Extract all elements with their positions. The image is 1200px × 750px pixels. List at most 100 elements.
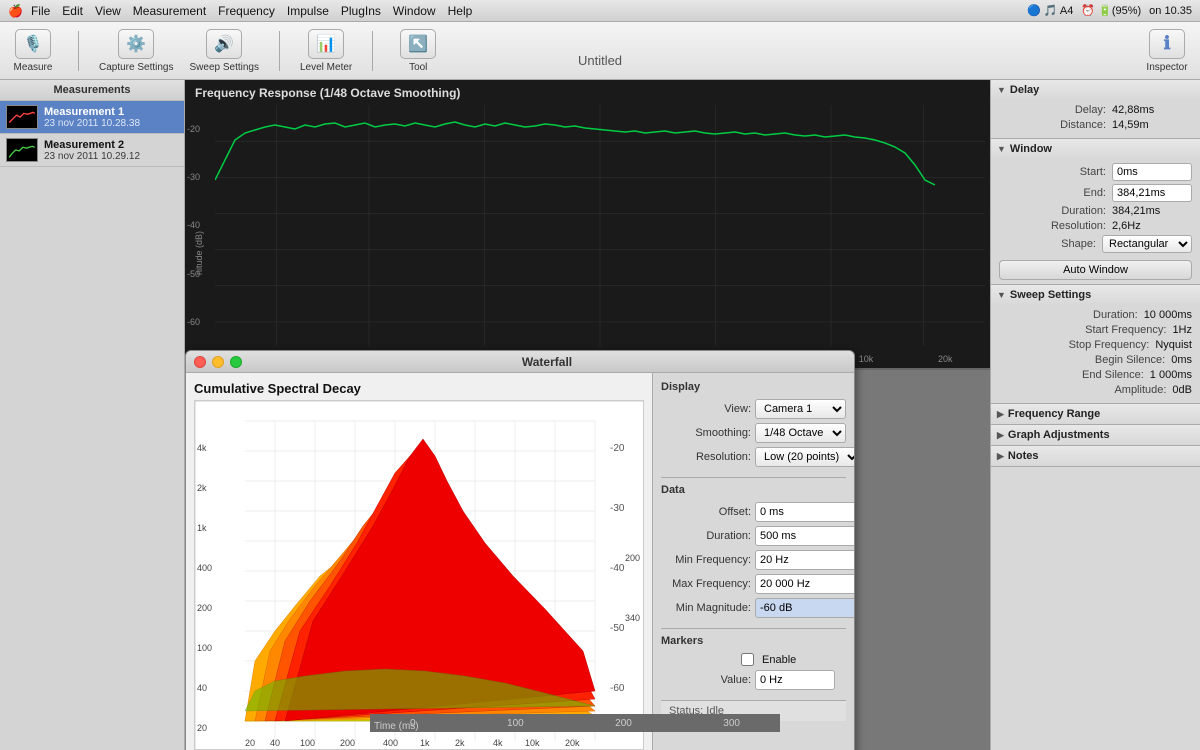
min-freq-label: Min Frequency:: [661, 554, 751, 566]
start-freq-row: Start Frequency: 1Hz: [999, 324, 1192, 336]
offset-row: Offset: ▲ ▼: [661, 502, 846, 522]
min-freq-input-group: ▲ ▼: [755, 550, 854, 570]
apple-menu[interactable]: 🍎: [8, 4, 23, 18]
menu-view[interactable]: View: [95, 4, 121, 18]
resolution-select[interactable]: Low (20 points): [755, 447, 854, 467]
view-select[interactable]: Camera 1: [755, 399, 846, 419]
menu-bar: 🍎 File Edit View Measurement Frequency I…: [0, 0, 1200, 22]
waterfall-svg: -20 -30 -40 -50 -60: [195, 401, 644, 750]
svg-text:-40: -40: [610, 563, 625, 574]
close-button[interactable]: [194, 356, 206, 368]
display-section-title: Display: [661, 381, 846, 393]
window-resolution-value: 2,6Hz: [1112, 220, 1192, 232]
minimize-button[interactable]: [212, 356, 224, 368]
distance-row: Distance: 14,59m: [999, 119, 1192, 131]
shape-select[interactable]: Rectangular: [1102, 235, 1192, 253]
menu-window[interactable]: Window: [393, 4, 436, 18]
menu-frequency[interactable]: Frequency: [218, 4, 275, 18]
min-mag-input-group: ▲ ▼: [755, 598, 854, 618]
offset-input[interactable]: [755, 502, 854, 522]
measurement-item-2[interactable]: Measurement 2 23 nov 2011 10.29.12: [0, 134, 184, 167]
waterfall-title: Waterfall: [248, 355, 846, 369]
data-section-title: Data: [661, 484, 846, 496]
begin-silence-value: 0ms: [1171, 354, 1192, 366]
tool-button[interactable]: ↖️ Tool: [393, 29, 443, 73]
measurement-item-1[interactable]: Measurement 1 23 nov 2011 10.28.38: [0, 101, 184, 134]
duration-label: Duration:: [661, 530, 751, 542]
toolbar-separator-2: [279, 31, 280, 71]
notes-header[interactable]: ▶ Notes: [991, 446, 1200, 467]
graph-adj-triangle-icon: ▶: [997, 430, 1004, 441]
sweep-settings-button[interactable]: 🔊 Sweep Settings: [190, 29, 260, 73]
start-freq-label: Start Frequency:: [999, 324, 1172, 336]
markers-enable-checkbox[interactable]: [741, 653, 754, 666]
end-row: End:: [999, 184, 1192, 202]
svg-text:40: 40: [270, 738, 280, 748]
offset-input-group: ▲ ▼: [755, 502, 854, 522]
shape-row: Shape: Rectangular: [999, 235, 1192, 253]
delay-section-header[interactable]: ▼ Delay: [991, 80, 1200, 100]
svg-text:340: 340: [625, 613, 640, 623]
window-section-content: Start: End: Duration: 384,21ms Resolutio…: [991, 159, 1200, 284]
menu-edit[interactable]: Edit: [62, 4, 83, 18]
end-input[interactable]: [1112, 184, 1192, 202]
start-input[interactable]: [1112, 163, 1192, 181]
measurement-thumb-2: [6, 138, 38, 162]
menu-help[interactable]: Help: [448, 4, 473, 18]
menu-impulse[interactable]: Impulse: [287, 4, 329, 18]
menu-file[interactable]: File: [31, 4, 50, 18]
sweep-settings-header[interactable]: ▼ Sweep Settings: [991, 285, 1200, 305]
window-section-header[interactable]: ▼ Window: [991, 139, 1200, 159]
main-container: Measurements Measurement 1 23 nov 2011 1…: [0, 80, 1200, 750]
svg-text:-60: -60: [610, 683, 625, 694]
toolbar-separator-3: [372, 31, 373, 71]
menu-measurement[interactable]: Measurement: [133, 4, 206, 18]
freq-range-header[interactable]: ▶ Frequency Range: [991, 404, 1200, 425]
end-silence-label: End Silence:: [999, 369, 1150, 381]
min-freq-input[interactable]: [755, 550, 854, 570]
amplitude-value: 0dB: [1172, 384, 1192, 396]
measure-button[interactable]: 🎙️ Measure: [8, 29, 58, 73]
max-freq-input-group: ▲ ▼: [755, 574, 854, 594]
svg-text:1k: 1k: [197, 523, 207, 533]
svg-text:400: 400: [197, 563, 212, 573]
measurement-info-1: Measurement 1 23 nov 2011 10.28.38: [44, 106, 140, 129]
waterfall-canvas: -20 -30 -40 -50 -60: [194, 400, 644, 750]
window-title: Untitled: [578, 53, 622, 68]
level-meter-button[interactable]: 📊 Level Meter: [300, 29, 352, 73]
waterfall-graph-title: Cumulative Spectral Decay: [194, 381, 644, 396]
toolbar-separator-1: [78, 31, 79, 71]
end-silence-row: End Silence: 1 000ms: [999, 369, 1192, 381]
delay-triangle-icon: ▼: [997, 85, 1006, 95]
amplitude-row: Amplitude: 0dB: [999, 384, 1192, 396]
inspector-button[interactable]: ℹ Inspector: [1142, 29, 1192, 73]
waterfall-titlebar[interactable]: Waterfall: [186, 351, 854, 373]
start-row: Start:: [999, 163, 1192, 181]
menu-plugins[interactable]: PlugIns: [341, 4, 381, 18]
auto-window-button[interactable]: Auto Window: [999, 260, 1192, 280]
duration-input-group: ▲ ▼: [755, 526, 854, 546]
markers-value-input[interactable]: [755, 670, 835, 690]
menubar-right: 🔵 🎵 A4 ⏰ 🔋(95%) on 10.35: [1027, 4, 1192, 17]
maximize-button[interactable]: [230, 356, 242, 368]
sweep-duration-row: Duration: 10 000ms: [999, 309, 1192, 321]
waterfall-controls: Display View: Camera 1 Smoothing: 1/48 O…: [652, 373, 854, 750]
start-freq-value: 1Hz: [1172, 324, 1192, 336]
begin-silence-row: Begin Silence: 0ms: [999, 354, 1192, 366]
window-duration-value: 384,21ms: [1112, 205, 1192, 217]
stop-freq-row: Stop Frequency: Nyquist: [999, 339, 1192, 351]
max-freq-input[interactable]: [755, 574, 854, 594]
smoothing-select[interactable]: 1/48 Octave: [755, 423, 846, 443]
min-mag-input[interactable]: [755, 598, 854, 618]
measurement-info-2: Measurement 2 23 nov 2011 10.29.12: [44, 139, 140, 162]
svg-text:4k: 4k: [493, 738, 503, 748]
graph-adj-header[interactable]: ▶ Graph Adjustments: [991, 425, 1200, 446]
svg-text:100: 100: [197, 643, 212, 653]
max-freq-label: Max Frequency:: [661, 578, 751, 590]
duration-input[interactable]: [755, 526, 854, 546]
waterfall-content: Cumulative Spectral Decay: [186, 373, 854, 750]
svg-text:20k: 20k: [565, 738, 580, 748]
waterfall-window: Waterfall Cumulative Spectral Decay: [185, 350, 855, 750]
toolbar-right: ℹ Inspector: [1142, 29, 1192, 73]
capture-settings-button[interactable]: ⚙️ Capture Settings: [99, 29, 174, 73]
